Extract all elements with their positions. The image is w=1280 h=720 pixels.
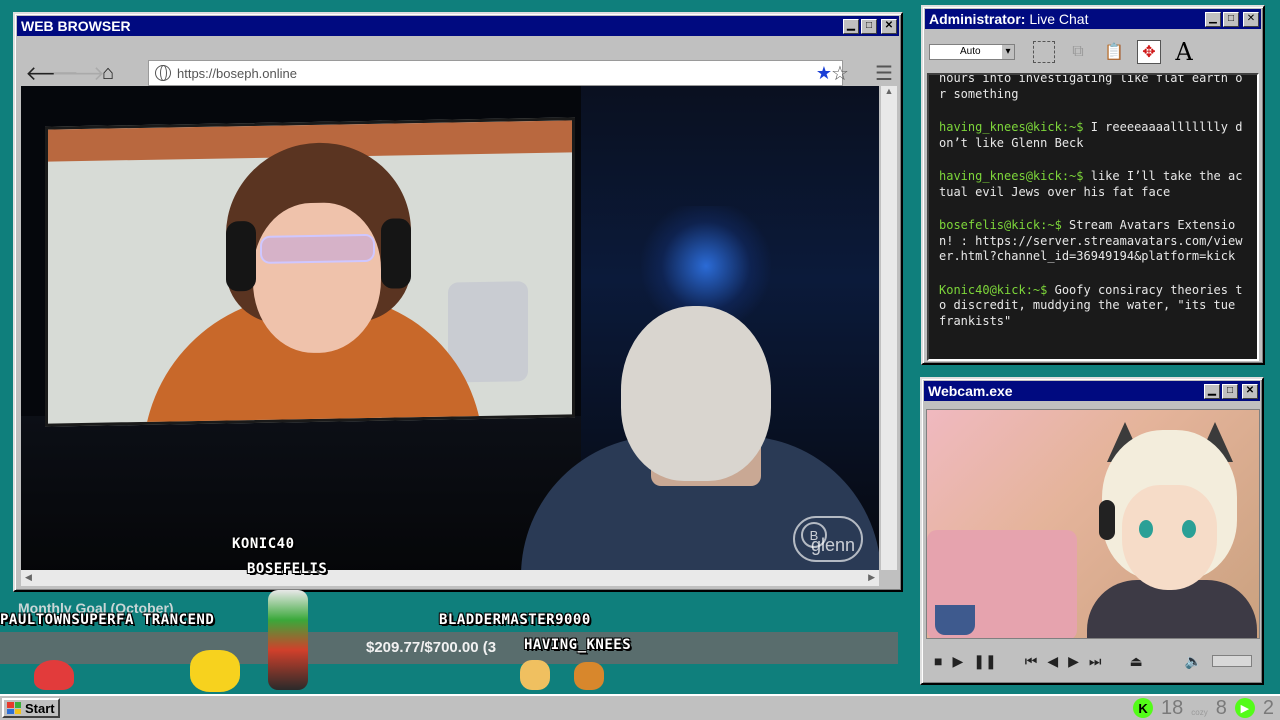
- move-icon[interactable]: ✥: [1137, 40, 1161, 64]
- play-icon[interactable]: ▶: [952, 653, 963, 670]
- maximize-button[interactable]: □: [861, 18, 877, 34]
- start-button[interactable]: Start: [2, 698, 60, 718]
- maximize-button[interactable]: □: [1222, 383, 1238, 399]
- avatar-sprite: [520, 660, 550, 690]
- close-button[interactable]: ✕: [881, 18, 897, 34]
- stop-icon[interactable]: ■: [934, 653, 942, 669]
- channel-logo: B glenn: [793, 516, 863, 562]
- paste-icon[interactable]: 📋: [1101, 39, 1127, 65]
- font-icon[interactable]: A: [1171, 38, 1197, 66]
- chat-message: having_knees@kick:~$ like I’ll take the …: [939, 169, 1247, 200]
- horizontal-scrollbar[interactable]: ◀ ▶: [21, 570, 879, 586]
- message-user: bosefelis@kick:~$: [939, 218, 1062, 232]
- message-user: Konic40@kick:~$: [939, 282, 1048, 297]
- font-size-select[interactable]: Auto: [929, 44, 1015, 60]
- chat-title-prefix: Administrator:: [929, 11, 1026, 27]
- home-icon[interactable]: ⌂: [95, 60, 121, 86]
- chat-message: hours into investigating like flat earth…: [939, 73, 1247, 102]
- avatar-name: HAVING_KNEES: [524, 637, 632, 653]
- skip-start-icon[interactable]: ⏮: [1025, 653, 1038, 670]
- browser-title: WEB BROWSER: [21, 18, 131, 34]
- media-controls: ■ ▶ ❚❚ ⏮ ◀ ▶ ⏭ ⏏ 🔈: [926, 645, 1260, 677]
- address-bar[interactable]: https://boseph.online ★: [148, 60, 843, 86]
- pause-icon[interactable]: ❚❚: [973, 653, 996, 670]
- maximize-button[interactable]: □: [1223, 11, 1239, 27]
- kick-icon[interactable]: K: [1133, 698, 1154, 718]
- volume-icon[interactable]: 🔈: [1185, 653, 1202, 670]
- browser-window: WEB BROWSER ▁ □ ✕ 🡐 🡒 ⌂ https://boseph.o…: [13, 12, 903, 592]
- live-chat-window: Administrator: Live Chat ▁ □ ✕ Auto ⧉ 📋 …: [921, 5, 1265, 365]
- browser-titlebar[interactable]: WEB BROWSER ▁ □ ✕: [17, 16, 899, 36]
- message-text: hours into investigating like flat earth…: [939, 73, 1243, 101]
- goal-amount: $209.77/$700.00 (3: [366, 639, 497, 656]
- taskbar: Start K 18 cozy 8 ▶ 2: [0, 694, 1280, 720]
- close-button[interactable]: ✕: [1243, 11, 1259, 27]
- tray-label: cozy: [1191, 707, 1208, 717]
- tray-counter: 2: [1262, 696, 1274, 719]
- windows-logo-icon: [7, 702, 21, 714]
- avatar-sprite: [34, 660, 74, 690]
- volume-slider[interactable]: [1212, 655, 1252, 667]
- message-user: having_knees@kick:~$: [939, 120, 1084, 134]
- menu-icon[interactable]: ☰: [871, 60, 897, 86]
- close-button[interactable]: ✕: [1242, 383, 1258, 399]
- eevee-sprite: [574, 662, 604, 690]
- vertical-scrollbar[interactable]: ▲: [881, 86, 897, 570]
- rewind-icon[interactable]: ◀: [1047, 653, 1058, 670]
- start-label: Start: [25, 700, 55, 716]
- chat-message: bosefelis@kick:~$ Stream Avatars Extensi…: [939, 218, 1247, 265]
- video-player[interactable]: B glenn: [21, 86, 879, 570]
- minimize-button[interactable]: ▁: [843, 18, 859, 34]
- favorites-star-icon[interactable]: ☆: [827, 60, 853, 86]
- chat-messages[interactable]: hours into investigating like flat earth…: [927, 73, 1259, 361]
- avatar-name: KONIC40: [232, 536, 295, 552]
- host-head: [621, 306, 771, 481]
- forward-icon[interactable]: ▶: [1068, 653, 1079, 670]
- chat-title: Live Chat: [1025, 11, 1089, 27]
- avatar-sprite: [268, 590, 308, 690]
- tray-counter: 8: [1215, 696, 1227, 719]
- studio-desk: [21, 416, 581, 570]
- copy-icon[interactable]: ⧉: [1065, 39, 1091, 65]
- minimize-button[interactable]: ▁: [1205, 11, 1221, 27]
- tray-counter: 18: [1161, 696, 1184, 719]
- system-tray: K 18 cozy 8 ▶ 2: [1133, 696, 1274, 720]
- pikachu-sprite: [190, 650, 240, 692]
- chat-message: having_knees@kick:~$ I reeeeaaaallllllly…: [939, 120, 1247, 151]
- webcam-window: Webcam.exe ▁ □ ✕ ■ ▶ ❚❚ ⏮ ◀ ▶ ⏭ ⏏ 🔈: [920, 377, 1264, 685]
- forward-arrow-icon[interactable]: 🡒: [51, 60, 105, 86]
- avatar-name: PAULTOWNSUPERFA TRANCEND: [0, 612, 215, 628]
- chat-message: Konic40@kick:~$ Goofy consiracy theories…: [939, 283, 1247, 330]
- webcam-feed: [926, 409, 1260, 639]
- video-call-screen: [45, 117, 575, 427]
- avatar-name: BLADDERMASTER9000: [439, 612, 591, 628]
- avatar-name: BOSEFELIS: [247, 561, 328, 577]
- select-rect-icon[interactable]: [1033, 41, 1055, 63]
- webcam-title: Webcam.exe: [928, 383, 1013, 399]
- chat-titlebar[interactable]: Administrator: Live Chat ▁ □ ✕: [925, 9, 1261, 29]
- globe-icon: [155, 65, 171, 81]
- play-icon[interactable]: ▶: [1234, 698, 1255, 718]
- message-user: having_knees@kick:~$: [939, 169, 1084, 183]
- chat-toolbar: Auto ⧉ 📋 ✥ A: [927, 33, 1259, 71]
- minimize-button[interactable]: ▁: [1204, 383, 1220, 399]
- eject-icon[interactable]: ⏏: [1130, 653, 1143, 670]
- skip-end-icon[interactable]: ⏭: [1089, 653, 1102, 670]
- webcam-titlebar[interactable]: Webcam.exe ▁ □ ✕: [924, 381, 1260, 401]
- url-text: https://boseph.online: [177, 65, 297, 81]
